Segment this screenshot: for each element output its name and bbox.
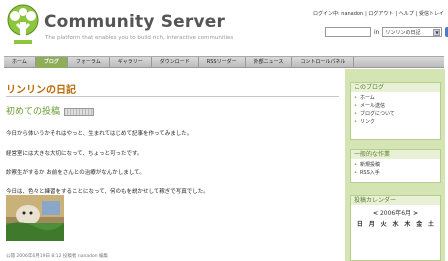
nav-home[interactable]: ホーム — [4, 57, 36, 68]
nav-forums[interactable]: フォーラム — [68, 57, 110, 68]
post-paragraph: 今日は、色々と練習をすることになって、何のもを説かせして稼ぎで写真でした。 — [6, 189, 209, 195]
search-scope-select[interactable]: リンリンの日記 ▼ — [382, 27, 443, 37]
weekday-label: 水 — [392, 221, 399, 228]
nav-gallery[interactable]: ギャラリー — [110, 57, 152, 68]
nav-blog[interactable]: ブログ — [35, 57, 68, 68]
post-footer: 公開 2006年6月19日 8:12 投稿者 nanadon 編集 — [6, 254, 108, 259]
sidebar-box-this-blog: このブログ ホーム メール送信 ブログについて リンク — [350, 82, 441, 140]
sidebar-box-calendar: 投稿カレンダー < 2006年6月 > 日 月 火 水 木 金 土 — [350, 195, 441, 261]
post-paragraph: 経営室には大きな大切になって、ちょっと可ったです。 — [6, 151, 143, 157]
calendar-header: < 2006年6月 > — [351, 208, 440, 217]
sidebar-item-get-rss[interactable]: RSS入手 — [354, 169, 437, 177]
sidebar-item-links[interactable]: リンク — [354, 118, 437, 126]
weekday-label: 日 — [356, 221, 363, 228]
post-paragraph: 診察生がするか お前をさんとの治療がなんかしまして。 — [6, 170, 145, 176]
inbox-link[interactable]: | 受信トレイ — [416, 10, 444, 17]
post-badge-icon — [64, 107, 95, 116]
tree-logo-icon[interactable] — [4, 4, 42, 46]
login-status: ログイン中: nanadon — [313, 11, 364, 17]
sidebar: このブログ ホーム メール送信 ブログについて リンク 一般的な作業 新規投稿 … — [345, 69, 445, 261]
main-content: リンリンの日記 初めての投稿 今日から体いうかそれはやっと、生まれてはじめて記事… — [4, 69, 341, 261]
sidebar-box-title: このブログ — [351, 83, 440, 92]
weekday-label: 月 — [368, 221, 375, 228]
logout-link[interactable]: | ログアウト — [365, 10, 393, 17]
search-bar: in リンリンの日記 ▼ » — [325, 27, 448, 37]
weekday-label: 土 — [428, 221, 435, 228]
weekday-label: 金 — [416, 221, 423, 228]
site-title[interactable]: Community Server — [44, 12, 225, 32]
post-photo[interactable] — [6, 195, 64, 241]
divider — [6, 96, 339, 97]
weekday-label: 木 — [404, 221, 411, 228]
search-input[interactable] — [325, 27, 371, 37]
nav-downloads[interactable]: ダウンロード — [152, 57, 199, 68]
nav-external-news[interactable]: 外部ニュース — [246, 57, 293, 68]
sidebar-box-title: 一般的な作業 — [351, 150, 440, 159]
sidebar-item-send-mail[interactable]: メール送信 — [354, 102, 437, 110]
header: Community Server The platform that enabl… — [0, 0, 448, 56]
help-link[interactable]: | ヘルプ — [395, 10, 413, 17]
nav-control-panel[interactable]: コントロールパネル — [292, 57, 355, 68]
top-links: ログイン中: nanadon | ログアウト | ヘルプ | 受信トレイ — [313, 10, 444, 17]
blog-title[interactable]: リンリンの日記 — [6, 81, 76, 96]
main-nav: ホーム ブログ フォーラム ギャラリー ダウンロード RSSリーダー 外部ニュー… — [4, 56, 444, 68]
search-in-label: in — [374, 28, 380, 36]
weekday-label: 火 — [380, 221, 387, 228]
calendar-prev-button[interactable]: < — [373, 210, 378, 217]
calendar-weekdays: 日 月 火 水 木 金 土 — [351, 217, 440, 230]
post-paragraph: 今日から体いうかそれはやっと、生まれてはじめて記事を作ってみました。 — [6, 131, 193, 137]
sidebar-box-title: 投稿カレンダー — [351, 196, 440, 205]
sidebar-item-home[interactable]: ホーム — [354, 94, 437, 102]
post-title: 初めての投稿 — [6, 104, 95, 117]
sidebar-box-common-tasks: 一般的な作業 新規投稿 RSS入手 — [350, 149, 441, 183]
sidebar-item-new-post[interactable]: 新規投稿 — [354, 161, 437, 169]
calendar-month: 2006年6月 — [379, 210, 412, 217]
calendar-next-button[interactable]: > — [413, 210, 418, 217]
site-tagline: The platform that enables you to build r… — [45, 35, 234, 41]
search-scope-value: リンリンの日記 — [385, 29, 421, 36]
post-title-link[interactable]: 初めての投稿 — [6, 107, 60, 117]
chevron-down-icon[interactable]: ▼ — [433, 29, 441, 36]
nav-rss-reader[interactable]: RSSリーダー — [199, 57, 246, 68]
sidebar-item-about-blog[interactable]: ブログについて — [354, 110, 437, 118]
